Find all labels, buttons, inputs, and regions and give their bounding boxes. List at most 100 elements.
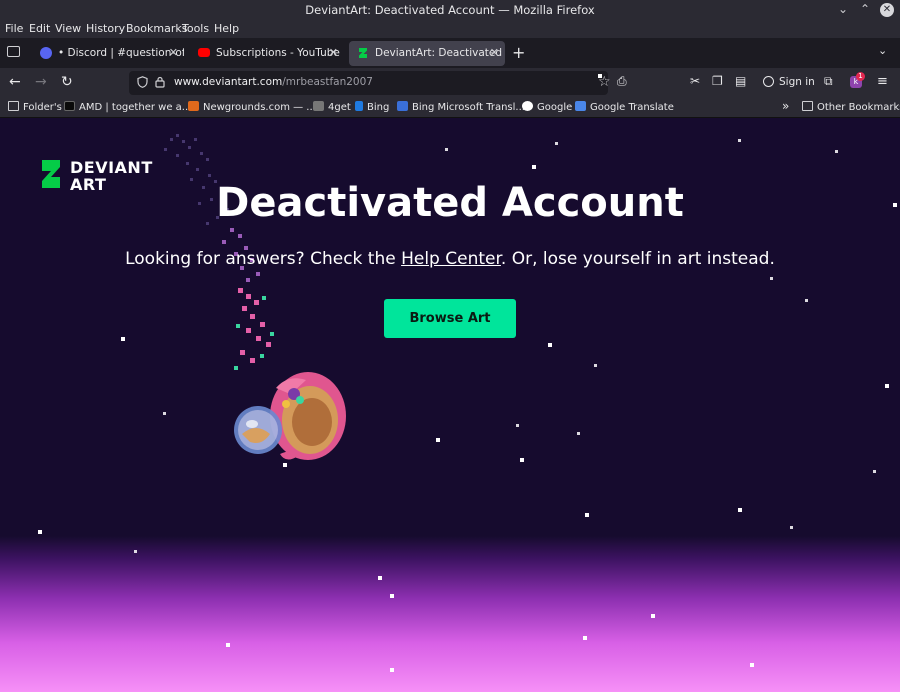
star-decoration — [790, 526, 793, 529]
bookmark-star-icon[interactable]: ☆ — [598, 74, 611, 90]
star-decoration — [585, 513, 589, 517]
google-translate-icon — [575, 101, 586, 111]
star-decoration — [738, 139, 741, 142]
star-decoration — [445, 148, 448, 151]
bookmark-label: Bing Microsoft Transl... — [412, 102, 525, 113]
page-subtitle: Looking for answers? Check the Help Cent… — [0, 249, 900, 269]
lock-icon[interactable] — [155, 76, 165, 91]
tab-close-icon[interactable]: ✕ — [329, 46, 338, 59]
star-decoration — [548, 343, 552, 347]
star-decoration — [226, 643, 230, 647]
bookmark-label: Folder's — [23, 102, 62, 113]
tracking-shield-icon[interactable] — [137, 76, 148, 91]
star-decoration — [583, 636, 587, 640]
print-icon[interactable]: ⎙ — [617, 74, 627, 89]
folder-icon — [8, 101, 19, 111]
star-decoration — [738, 508, 742, 512]
star-decoration — [577, 432, 580, 435]
bookmark-label: 4get — [328, 102, 351, 113]
tab-close-icon[interactable]: ✕ — [490, 46, 499, 59]
reload-icon[interactable]: ↻ — [61, 74, 73, 90]
browse-art-button[interactable]: Browse Art — [384, 299, 516, 338]
tab-strip: • Discord | #question-of-the ✕ Subscript… — [0, 38, 900, 68]
bookmark-google[interactable]: Google — [522, 101, 572, 113]
menu-bookmarks[interactable]: Bookmarks — [126, 22, 187, 35]
url-path: /mrbeastfan2007 — [282, 76, 373, 88]
bookmark-google-translate[interactable]: Google Translate — [575, 101, 674, 113]
star-decoration — [516, 424, 519, 427]
close-window-icon[interactable]: ✕ — [880, 3, 894, 17]
star-decoration — [390, 668, 394, 672]
star-decoration — [770, 277, 773, 280]
cut-icon[interactable]: ✂ — [690, 74, 700, 88]
help-center-link[interactable]: Help Center — [401, 249, 501, 269]
bookmark-amd[interactable]: AMD | together we a... — [64, 101, 191, 113]
other-bookmarks[interactable]: Other Bookmarks — [802, 101, 900, 113]
star-decoration — [390, 594, 394, 598]
sign-in-button[interactable]: Sign in — [763, 76, 815, 88]
star-decoration — [885, 384, 889, 388]
newgrounds-icon — [188, 101, 199, 111]
forward-icon[interactable]: → — [35, 74, 47, 90]
minimize-icon[interactable]: ⌄ — [838, 2, 848, 16]
bookmark-bing[interactable]: Bing — [355, 101, 389, 113]
folder-icon — [802, 101, 813, 111]
paste-icon[interactable]: ▤ — [735, 74, 746, 88]
list-all-tabs-icon[interactable]: ⌄ — [878, 44, 887, 57]
bookmark-label: Other Bookmarks — [817, 102, 900, 113]
tab-close-icon[interactable]: ✕ — [169, 46, 178, 59]
menu-file[interactable]: File — [5, 22, 23, 35]
menu-hamburger-icon[interactable]: ≡ — [877, 74, 888, 89]
back-icon[interactable]: ← — [9, 74, 21, 90]
subtitle-text-after: . Or, lose yourself in art instead. — [500, 249, 775, 269]
menu-help[interactable]: Help — [214, 22, 239, 35]
bookmarks-overflow-icon[interactable]: » — [782, 99, 789, 113]
page-title: Deactivated Account — [216, 180, 684, 226]
page-content: DEVIANT ART Deactivated Account Looking … — [0, 118, 900, 692]
window-title: DeviantArt: Deactivated Account — Mozill… — [305, 3, 595, 17]
google-icon — [522, 101, 533, 111]
star-decoration — [532, 165, 536, 169]
menu-edit[interactable]: Edit — [29, 22, 50, 35]
bookmarks-toolbar: Folder's AMD | together we a... Newgroun… — [0, 98, 900, 118]
discord-favicon-icon — [40, 47, 52, 59]
bookmark-newgrounds[interactable]: Newgrounds.com — ... — [188, 101, 316, 113]
youtube-favicon-icon — [198, 48, 210, 57]
bookmark-4get[interactable]: 4get — [313, 101, 351, 113]
copy-icon[interactable]: ❐ — [712, 74, 723, 88]
extension-icon[interactable]: k1 — [850, 72, 865, 88]
bookmark-label: Bing — [367, 102, 390, 113]
menu-view[interactable]: View — [55, 22, 81, 35]
star-decoration — [651, 614, 655, 618]
bookmark-folders[interactable]: Folder's — [8, 101, 62, 113]
bing-icon — [355, 101, 363, 111]
url-text[interactable]: www.deviantart.com/mrbeastfan2007 — [174, 76, 373, 88]
tab-label: DeviantArt: Deactivated Acc — [375, 47, 505, 59]
firefox-view-icon[interactable] — [7, 46, 20, 57]
star-decoration — [805, 299, 808, 302]
star-decoration — [134, 550, 137, 553]
star-decoration — [436, 438, 440, 442]
star-decoration — [873, 470, 876, 473]
menu-tools[interactable]: Tools — [182, 22, 209, 35]
extension-badge-count: 1 — [856, 72, 865, 81]
star-decoration — [750, 663, 754, 667]
menu-history[interactable]: History — [86, 22, 125, 35]
bookmark-bing-translator[interactable]: Bing Microsoft Transl... — [397, 101, 525, 113]
tab-discord[interactable]: • Discord | #question-of-the ✕ — [32, 41, 184, 66]
window-titlebar: DeviantArt: Deactivated Account — Mozill… — [0, 0, 900, 20]
url-domain: www.deviantart.com — [174, 76, 283, 88]
new-tab-icon[interactable]: + — [512, 43, 525, 62]
tab-deviantart[interactable]: DeviantArt: Deactivated Acc ✕ — [349, 41, 505, 66]
url-bar[interactable]: www.deviantart.com/mrbeastfan2007 ☆ — [129, 71, 611, 95]
bookmark-label: Newgrounds.com — ... — [203, 102, 316, 113]
amd-icon — [64, 101, 75, 111]
tab-youtube[interactable]: Subscriptions - YouTube ✕ — [190, 41, 344, 66]
account-icon — [763, 76, 774, 87]
navigation-toolbar: ← → ↻ www.deviantart.com/mrbeastfan2007 … — [0, 68, 900, 98]
subtitle-text-before: Looking for answers? Check the — [125, 249, 402, 269]
extensions-icon[interactable]: ⧉ — [824, 74, 833, 89]
star-decoration — [555, 142, 558, 145]
maximize-icon[interactable]: ⌃ — [860, 2, 870, 16]
star-decoration — [121, 337, 125, 341]
